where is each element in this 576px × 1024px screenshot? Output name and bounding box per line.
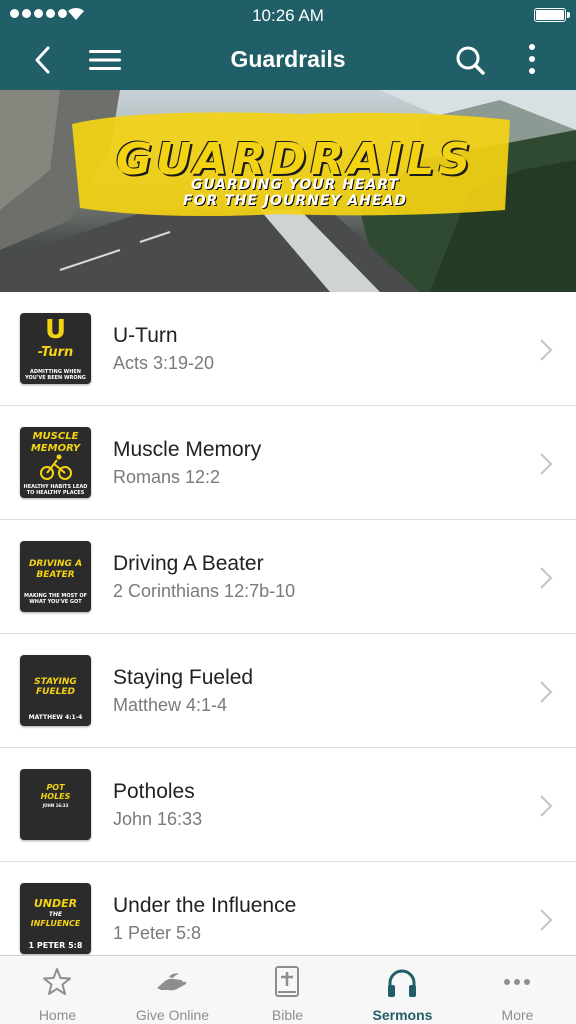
thumb-title-line3: INFLUENCE [30, 919, 81, 928]
series-banner-image: GUARDRAILS GUARDING YOUR HEART FOR THE J… [0, 90, 576, 292]
sermon-row-potholes[interactable]: POT HOLES JOHN 16:33 Potholes John 16:33 [0, 748, 576, 862]
thumb-caption-line1: MATTHEW 4:1-4 [28, 714, 83, 721]
tab-give-online[interactable]: Give Online [115, 956, 230, 1024]
vertical-ellipsis-icon[interactable] [518, 40, 546, 80]
thumb-title-line1: UNDER [33, 897, 78, 910]
status-time: 10:26 AM [252, 6, 324, 25]
thumb-title-line1: POT [46, 783, 65, 792]
sermon-scripture-reference: Matthew 4:1-4 [113, 695, 228, 715]
tab-label: Home [38, 1007, 77, 1023]
chevron-right-icon [540, 453, 553, 475]
sermon-thumbnail: POT HOLES JOHN 16:33 [20, 769, 91, 840]
thumb-title-line1: STAYING [34, 677, 77, 687]
banner-subtitle-line1: GUARDING YOUR HEART [190, 177, 400, 193]
sermon-thumbnail: DRIVING A BEATER MAKING THE MOST OF WHAT… [20, 541, 91, 612]
tab-label: Bible [271, 1007, 304, 1023]
sermon-title: Driving A Beater [113, 552, 264, 575]
sermon-row-muscle-memory[interactable]: MUSCLE MEMORY HEALTHY HABITS LEAD TO HEA… [0, 406, 576, 520]
sermon-row-driving-a-beater[interactable]: DRIVING A BEATER MAKING THE MOST OF WHAT… [0, 520, 576, 634]
chevron-right-icon [540, 339, 553, 361]
thumb-caption-line2: YOU'VE BEEN WRONG [25, 375, 86, 381]
thumb-caption-line2: TO HEALTHY PLACES [26, 490, 85, 496]
sermon-title: Staying Fueled [113, 666, 254, 689]
tab-sermons[interactable]: Sermons [345, 956, 460, 1024]
sermon-list: U -Turn ADMITTING WHEN YOU'VE BEEN WRONG… [0, 292, 576, 955]
chevron-right-icon [540, 909, 553, 931]
thumb-title-line2: HOLES [40, 792, 71, 801]
sermon-row-staying-fueled[interactable]: STAYING FUELED MATTHEW 4:1-4 Staying Fue… [0, 634, 576, 748]
sermon-thumbnail: UNDER THE INFLUENCE 1 PETER 5:8 [20, 883, 91, 954]
tab-label: Give Online [135, 1007, 210, 1023]
sermon-row-under-the-influence[interactable]: UNDER THE INFLUENCE 1 PETER 5:8 Under th… [0, 862, 576, 955]
navigation-bar: Guardrails [0, 30, 576, 90]
tab-label: More [501, 1007, 534, 1023]
sermon-title: U-Turn [113, 324, 178, 347]
sermon-title: Under the Influence [113, 894, 297, 917]
headphones-icon [388, 969, 416, 997]
star-icon [43, 968, 71, 995]
ellipsis-icon [504, 979, 530, 985]
chevron-right-icon [540, 681, 553, 703]
sermon-thumbnail: U -Turn ADMITTING WHEN YOU'VE BEEN WRONG [20, 313, 91, 384]
sermon-thumbnail: MUSCLE MEMORY HEALTHY HABITS LEAD TO HEA… [20, 427, 91, 498]
bottom-tab-bar: Home Give Online Bible Sermons More [0, 955, 576, 1024]
page-title: Guardrails [230, 46, 346, 72]
giving-hand-icon [157, 973, 187, 991]
chevron-right-icon [540, 795, 553, 817]
thumb-title-line1: DRIVING A [28, 559, 83, 569]
sermon-title: Muscle Memory [113, 438, 262, 461]
sermon-scripture-reference: John 16:33 [113, 809, 203, 829]
search-icon[interactable] [454, 42, 488, 78]
thumb-caption-line1: 1 PETER 5:8 [28, 941, 83, 950]
chevron-right-icon [540, 567, 553, 589]
sermon-scripture-reference: 2 Corinthians 12:7b-10 [113, 581, 296, 601]
sermon-row-u-turn[interactable]: U -Turn ADMITTING WHEN YOU'VE BEEN WRONG… [0, 292, 576, 406]
thumb-title-line1: U [44, 315, 67, 345]
battery-icon [534, 8, 570, 22]
sermon-scripture-reference: Acts 3:19-20 [113, 353, 215, 373]
tab-label: Sermons [372, 1007, 433, 1023]
cyclist-icon [40, 454, 72, 480]
bible-icon [275, 966, 299, 997]
thumb-caption-line1: JOHN 16:33 [42, 803, 69, 808]
sermon-scripture-reference: 1 Peter 5:8 [113, 923, 202, 943]
thumb-title-line2: MEMORY [30, 443, 81, 454]
banner-subtitle-line2: FOR THE JOURNEY AHEAD [183, 193, 407, 209]
tab-bible[interactable]: Bible [230, 956, 345, 1024]
tab-home[interactable]: Home [0, 956, 115, 1024]
sermon-title: Potholes [113, 780, 195, 803]
thumb-title-line2: FUELED [36, 687, 75, 697]
thumb-title-line2: BEATER [36, 570, 75, 580]
thumb-title-line1: MUSCLE [32, 431, 79, 442]
status-bar: 10:26 AM [0, 0, 576, 30]
tab-more[interactable]: More [460, 956, 575, 1024]
thumb-title-line2: -Turn [37, 345, 74, 360]
sermon-thumbnail: STAYING FUELED MATTHEW 4:1-4 [20, 655, 91, 726]
thumb-caption-line2: WHAT YOU'VE GOT [29, 599, 82, 605]
thumb-title-line2: THE [48, 911, 63, 918]
sermon-scripture-reference: Romans 12:2 [113, 467, 221, 487]
